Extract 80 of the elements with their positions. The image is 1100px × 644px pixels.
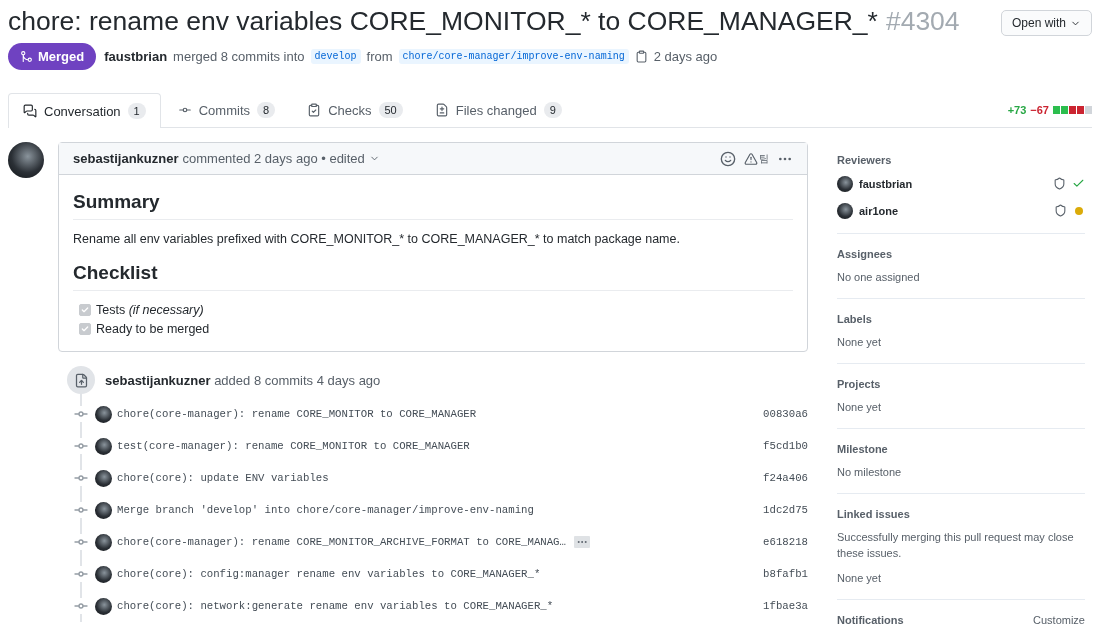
commit-sha[interactable]: b8fafb1 [763,568,808,580]
clipboard-check-icon [307,103,322,117]
task-text: Tests (if necessary) [96,303,204,317]
avatar [95,565,112,583]
tab-label: Commits [198,102,250,118]
reviewer-name[interactable]: air1one [859,204,899,217]
triangle-icon[interactable] [744,151,758,166]
avatar [8,142,44,178]
sidebar-heading[interactable]: Assignees [837,248,893,260]
commit-sha[interactable]: 00830a6 [763,408,808,420]
file-diff-icon [434,103,449,117]
commit-message[interactable]: chore(core): config:manager rename env variables to CORE_MANAGER_* [117,568,541,580]
commit-sha[interactable]: 1fbae3a [763,600,808,612]
branch-label[interactable]: chore/core-manager/improve-env-naming [398,49,629,64]
shield-icon [1053,177,1066,190]
merge-time: 2 days ago [653,49,718,64]
open-with-button[interactable]: Open with [1000,10,1092,36]
sidebar-text: No milestone [837,465,903,480]
commit-sha[interactable]: e618218 [763,536,808,548]
reaction-label: 팀 [759,151,769,166]
commit-message[interactable]: chore(core-manager): rename CORE_MONITOR to CORE_MANAGER [117,408,477,420]
avatar [95,405,112,423]
tab[interactable]: Conversation 1 [8,93,161,128]
commit-message[interactable]: Merge branch 'develop' into chore/core-manager/improve-env-naming [117,504,534,516]
sidebar-heading[interactable]: Milestone [837,443,888,455]
tab-count: 1 [127,103,146,119]
additions-count: +73 [1007,104,1027,116]
emoji-icon[interactable] [720,150,736,167]
merge-text: merged 8 commits into [173,49,305,64]
speech-bubbles-icon [23,104,37,118]
commit-sha[interactable]: f24a406 [763,472,808,484]
tab-count: 9 [543,102,562,118]
avatar [837,175,853,192]
sidebar-heading[interactable]: Linked issues [837,508,910,520]
pr-title: chore: rename env variables CORE_MONITOR_* to CORE_MANAGER_* #4304 [8,5,960,38]
sidebar-text: None yet [837,571,883,586]
sidebar-heading[interactable]: Projects [837,378,881,390]
comment-meta: commented 2 days ago • edited [182,151,365,166]
merge-icon [20,50,33,63]
comment-author[interactable]: sebastijankuzner [73,151,179,166]
expand-icon[interactable] [573,536,590,548]
tab-count: 50 [378,102,403,118]
pr-number: #4304 [885,6,960,36]
author-link[interactable]: faustbrian [104,49,168,64]
tab-label: Files changed [455,102,537,118]
paragraph: Rename all env variables prefixed with CORE_MONITOR_* to CORE_MANAGER_* to match package name. [73,232,681,246]
shield-icon [1054,204,1067,217]
task-text: Ready to be merged [96,322,210,336]
section-heading: Checklist [73,262,793,291]
avatar [95,437,112,455]
sidebar-text: None yet [837,400,883,415]
avatar [95,501,112,519]
event-text: sebastijankuzner added 8 commits 4 days ago [105,372,381,388]
sidebar-text: Successfully merging this pull request may close these issues. [837,530,1075,561]
tab-count: 8 [257,102,276,118]
sidebar-heading[interactable]: Reviewers [837,154,892,166]
status-badge: Merged [8,43,97,70]
from-text: from [366,49,393,64]
sidebar-text: No one assigned [837,270,921,285]
sidebar-text: None yet [837,335,883,350]
commit-sha[interactable]: 1dc2d75 [763,504,808,516]
avatar [837,202,853,219]
sidebar-heading[interactable]: Labels [837,313,872,325]
avatar [95,469,112,487]
commit-sha[interactable]: f5cd1b0 [763,440,808,452]
commit-message[interactable]: chore(core): network:generate rename env variables to CORE_MANAGER_* [117,600,554,612]
branch-label[interactable]: develop [310,49,361,64]
commit-message[interactable]: test(core-manager): rename CORE_MONITOR to CORE_MANAGER [117,440,470,452]
customize-link[interactable]: Customize [1033,614,1085,626]
deletions-count: −67 [1030,104,1049,116]
avatar [95,597,112,615]
avatar [95,533,112,551]
commit-message[interactable]: chore(core-manager): rename CORE_MONITOR_ARCHIVE_FORMAT to CORE_MANAG… [117,536,566,548]
section-heading: Summary [73,191,793,220]
copy-icon[interactable] [634,50,648,63]
reviewer-name[interactable]: faustbrian [859,177,913,190]
sidebar-heading[interactable]: Notifications [837,614,904,626]
tab-label: Conversation [44,103,121,119]
commit-message[interactable]: chore(core): update ENV variables [117,472,329,484]
tab-label: Checks [328,102,372,118]
